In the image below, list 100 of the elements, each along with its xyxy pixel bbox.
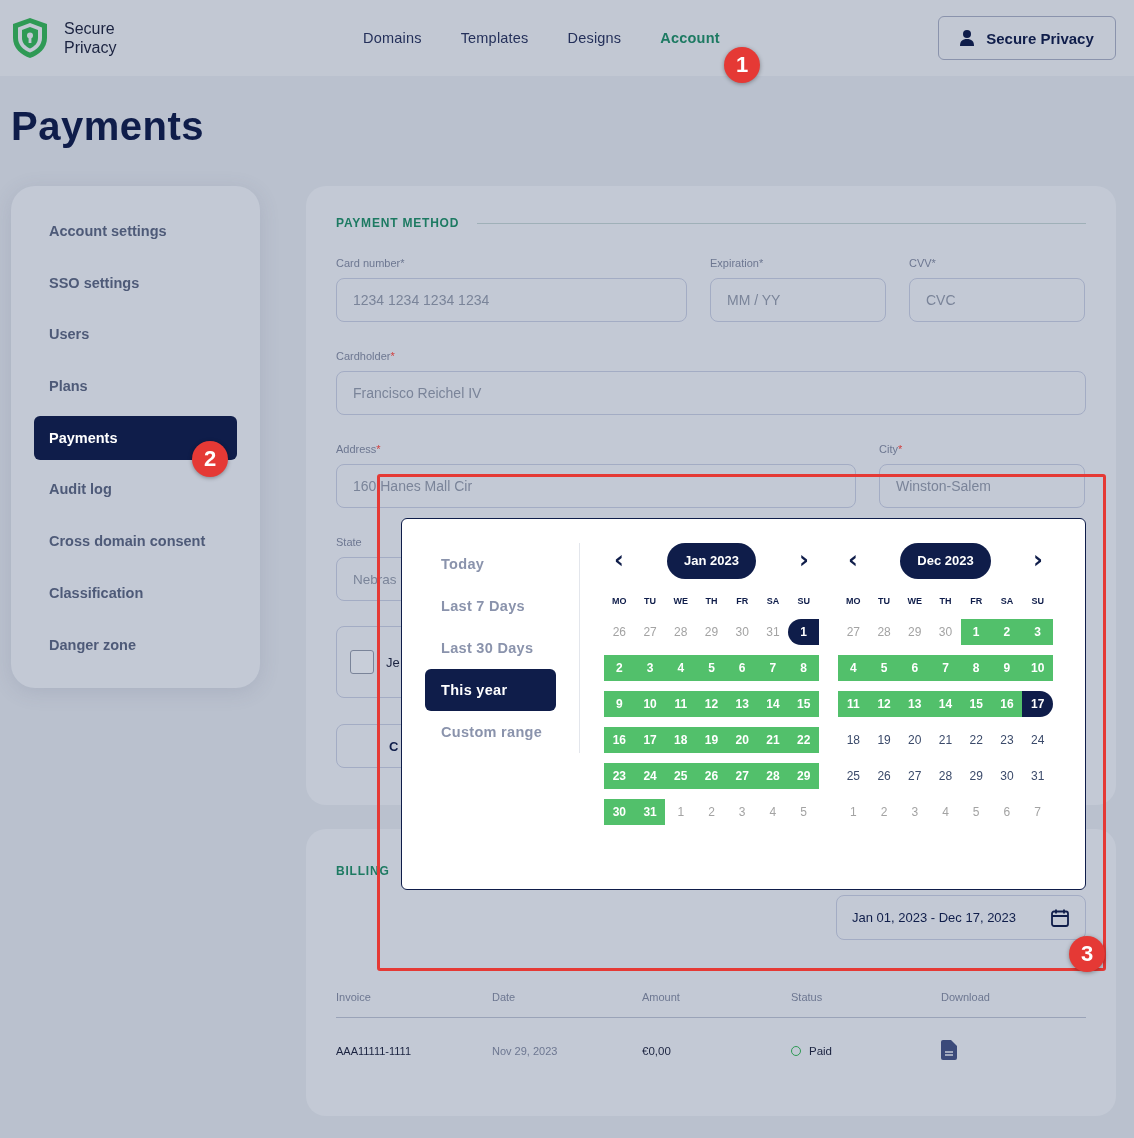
sidebar-item[interactable]: Classification bbox=[34, 570, 237, 615]
calendar-day[interactable]: 10 bbox=[634, 691, 666, 717]
calendar-day[interactable]: 6 bbox=[726, 655, 758, 681]
calendar-day[interactable]: 8 bbox=[960, 655, 992, 681]
calendar-day[interactable]: 3 bbox=[899, 799, 931, 825]
calendar-day[interactable]: 31 bbox=[634, 799, 666, 825]
calendar-day[interactable]: 12 bbox=[696, 691, 727, 717]
calendar-day[interactable]: 7 bbox=[757, 655, 789, 681]
calendar-day[interactable]: 29 bbox=[960, 763, 992, 789]
calendar-day[interactable]: 15 bbox=[960, 691, 992, 717]
sidebar-item[interactable]: Cross domain consent bbox=[34, 519, 237, 564]
previous-month-button[interactable]: ‹ bbox=[838, 546, 868, 576]
calendar-day[interactable]: 29 bbox=[696, 619, 727, 645]
calendar-day[interactable]: 9 bbox=[991, 655, 1023, 681]
date-range-field[interactable]: Jan 01, 2023 - Dec 17, 2023 bbox=[836, 895, 1086, 940]
calendar-day[interactable]: 13 bbox=[899, 691, 931, 717]
calendar-day[interactable]: 29 bbox=[899, 619, 931, 645]
calendar-day[interactable]: 3 bbox=[634, 655, 666, 681]
preset-option[interactable]: Last 30 Days bbox=[425, 627, 556, 669]
calendar-day[interactable]: 5 bbox=[788, 799, 819, 825]
calendar-day[interactable]: 1 bbox=[838, 799, 869, 825]
calendar-day[interactable]: 30 bbox=[930, 619, 961, 645]
calendar-day[interactable]: 30 bbox=[604, 799, 635, 825]
calendar-day[interactable]: 12 bbox=[868, 691, 900, 717]
calendar-day[interactable]: 1 bbox=[788, 619, 819, 645]
calendar-day[interactable]: 26 bbox=[604, 619, 635, 645]
calendar-day[interactable]: 16 bbox=[604, 727, 635, 753]
calendar-day[interactable]: 11 bbox=[838, 691, 869, 717]
calendar-day[interactable]: 18 bbox=[665, 727, 697, 753]
calendar-day[interactable]: 11 bbox=[665, 691, 697, 717]
month-title[interactable]: Dec 2023 bbox=[900, 543, 991, 579]
calendar-day[interactable]: 14 bbox=[757, 691, 789, 717]
calendar-day[interactable]: 4 bbox=[757, 799, 789, 825]
calendar-day[interactable]: 20 bbox=[899, 727, 931, 753]
calendar-day[interactable]: 17 bbox=[1022, 691, 1053, 717]
calendar-day[interactable]: 27 bbox=[634, 619, 666, 645]
calendar-day[interactable]: 3 bbox=[1022, 619, 1053, 645]
logo-text[interactable]: Secure Privacy bbox=[64, 19, 124, 57]
calendar-day[interactable]: 2 bbox=[604, 655, 635, 681]
calendar-day[interactable]: 15 bbox=[788, 691, 819, 717]
calendar-day[interactable]: 16 bbox=[991, 691, 1023, 717]
preset-option[interactable]: This year bbox=[425, 669, 556, 711]
nav-link[interactable]: Account bbox=[660, 30, 720, 46]
calendar-day[interactable]: 2 bbox=[696, 799, 727, 825]
input-field[interactable]: Winston-Salem bbox=[879, 464, 1085, 508]
sidebar-item[interactable]: Danger zone bbox=[34, 622, 237, 667]
calendar-day[interactable]: 30 bbox=[991, 763, 1023, 789]
nav-link[interactable]: Templates bbox=[460, 30, 529, 46]
calendar-day[interactable]: 3 bbox=[726, 799, 758, 825]
calendar-day[interactable]: 25 bbox=[838, 763, 869, 789]
calendar-day[interactable]: 1 bbox=[960, 619, 992, 645]
calendar-day[interactable]: 4 bbox=[930, 799, 961, 825]
month-title[interactable]: Jan 2023 bbox=[667, 543, 756, 579]
input-field[interactable]: MM / YY bbox=[710, 278, 886, 322]
calendar-day[interactable]: 6 bbox=[991, 799, 1023, 825]
sidebar-item[interactable]: Plans bbox=[34, 364, 237, 409]
nav-link[interactable]: Designs bbox=[567, 30, 622, 46]
calendar-day[interactable]: 28 bbox=[930, 763, 961, 789]
input-field[interactable]: Francisco Reichel IV bbox=[336, 371, 1086, 415]
next-month-button[interactable]: › bbox=[789, 546, 819, 576]
calendar-day[interactable]: 8 bbox=[788, 655, 819, 681]
sidebar-item[interactable]: Account settings bbox=[34, 209, 237, 253]
nav-link[interactable]: Domains bbox=[363, 30, 422, 46]
calendar-day[interactable]: 14 bbox=[930, 691, 961, 717]
calendar-day[interactable]: 4 bbox=[665, 655, 697, 681]
calendar-day[interactable]: 22 bbox=[960, 727, 992, 753]
calendar-day[interactable]: 22 bbox=[788, 727, 819, 753]
calendar-day[interactable]: 13 bbox=[726, 691, 758, 717]
calendar-day[interactable]: 26 bbox=[696, 763, 727, 789]
sidebar-item[interactable]: SSO settings bbox=[34, 260, 237, 305]
calendar-day[interactable]: 31 bbox=[1022, 763, 1053, 789]
input-field[interactable]: 1234 1234 1234 1234 bbox=[336, 278, 687, 322]
account-button[interactable]: Secure Privacy bbox=[938, 16, 1116, 60]
calendar-day[interactable]: 1 bbox=[665, 799, 697, 825]
calendar-day[interactable]: 19 bbox=[696, 727, 727, 753]
calendar-day[interactable]: 10 bbox=[1022, 655, 1053, 681]
calendar-day[interactable]: 25 bbox=[665, 763, 697, 789]
input-field[interactable]: CVC bbox=[909, 278, 1085, 322]
next-month-button[interactable]: › bbox=[1023, 546, 1053, 576]
calendar-day[interactable]: 17 bbox=[634, 727, 666, 753]
preset-option[interactable]: Custom range bbox=[425, 711, 556, 753]
calendar-day[interactable]: 24 bbox=[1022, 727, 1053, 753]
calendar-day[interactable]: 2 bbox=[868, 799, 900, 825]
preset-option[interactable]: Today bbox=[425, 543, 556, 585]
calendar-day[interactable]: 20 bbox=[726, 727, 758, 753]
calendar-day[interactable]: 9 bbox=[604, 691, 635, 717]
calendar-day[interactable]: 23 bbox=[991, 727, 1023, 753]
calendar-day[interactable]: 28 bbox=[868, 619, 900, 645]
calendar-day[interactable]: 28 bbox=[757, 763, 789, 789]
calendar-day[interactable]: 30 bbox=[726, 619, 758, 645]
calendar-day[interactable]: 5 bbox=[696, 655, 727, 681]
calendar-day[interactable]: 26 bbox=[868, 763, 900, 789]
calendar-day[interactable]: 21 bbox=[757, 727, 789, 753]
calendar-day[interactable]: 27 bbox=[899, 763, 931, 789]
calendar-day[interactable]: 5 bbox=[960, 799, 992, 825]
calendar-day[interactable]: 18 bbox=[838, 727, 869, 753]
calendar-day[interactable]: 29 bbox=[788, 763, 819, 789]
document-icon[interactable] bbox=[941, 1040, 957, 1060]
calendar-day[interactable]: 19 bbox=[868, 727, 900, 753]
calendar-day[interactable]: 6 bbox=[899, 655, 931, 681]
